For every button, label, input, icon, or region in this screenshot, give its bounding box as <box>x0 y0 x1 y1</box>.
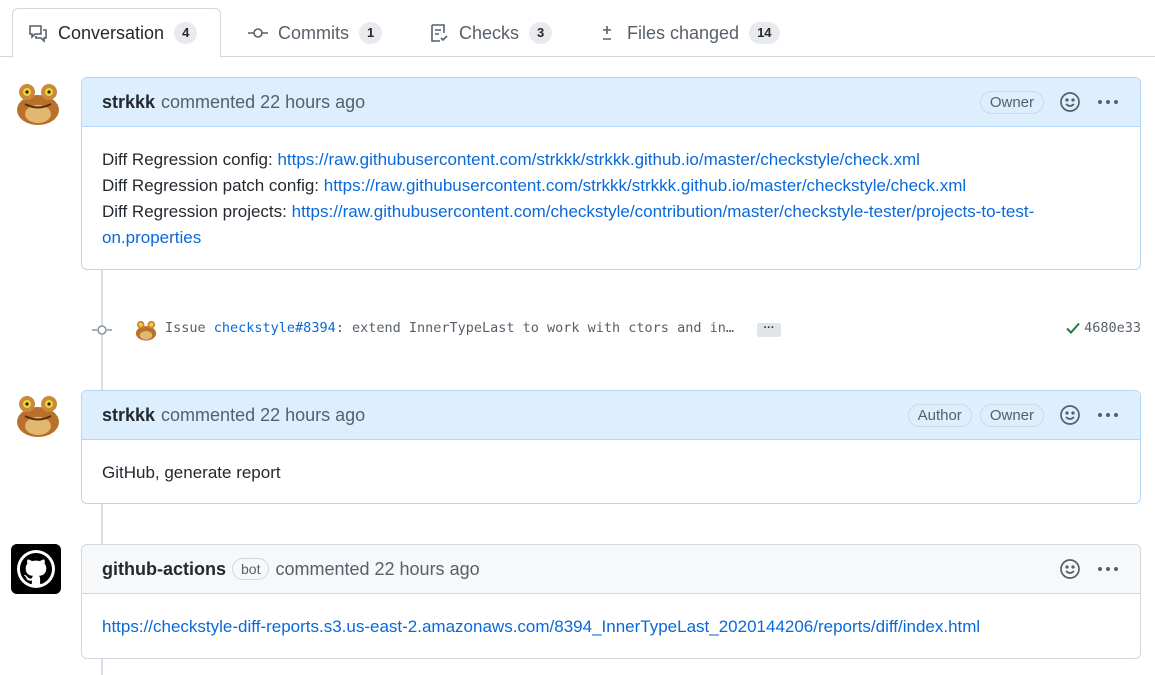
commit-prefix: Issue <box>165 320 214 336</box>
comment-timestamp[interactable]: commented 22 hours ago <box>161 92 365 113</box>
kebab-menu-icon[interactable] <box>1096 90 1120 114</box>
tab-count: 4 <box>174 22 198 44</box>
check-icon[interactable] <box>1065 320 1081 336</box>
comment-card: strkkk commented 22 hours ago Owner Diff… <box>81 77 1141 270</box>
github-logo-avatar[interactable] <box>11 544 61 594</box>
comment-header: github-actions bot commented 22 hours ag… <box>82 545 1140 594</box>
avatar[interactable] <box>13 78 63 128</box>
tab-count: 3 <box>529 22 553 44</box>
comment-card: strkkk commented 22 hours ago Author Own… <box>81 390 1141 504</box>
commit-timeline-item: Issue checkstyle#8394: extend InnerTypeL… <box>0 316 1155 344</box>
line-prefix: Diff Regression config: <box>102 150 278 169</box>
issue-link[interactable]: checkstyle#8394 <box>214 320 336 336</box>
bot-badge: bot <box>232 558 270 580</box>
smiley-icon[interactable] <box>1058 403 1082 427</box>
tab-conversation[interactable]: Conversation 4 <box>12 8 221 58</box>
config-link[interactable]: https://raw.githubusercontent.com/strkkk… <box>277 150 919 169</box>
tab-commits[interactable]: Commits 1 <box>233 8 396 58</box>
pr-tab-nav: Conversation 4 Commits 1 Checks 3 Files … <box>0 0 1155 58</box>
comment-body: Diff Regression config: https://raw.gith… <box>82 127 1140 267</box>
commit-author-avatar[interactable] <box>134 318 158 342</box>
commit-sha[interactable]: 4680e33 <box>1084 320 1141 336</box>
comment-header: strkkk commented 22 hours ago Owner <box>82 78 1140 127</box>
diff-icon <box>596 22 618 44</box>
commit-suffix: : extend InnerTypeLast to work with ctor… <box>335 320 734 336</box>
owner-badge: Owner <box>979 90 1044 114</box>
git-commit-icon <box>92 320 112 340</box>
tab-files-changed[interactable]: Files changed 14 <box>582 8 794 58</box>
comment-text: GitHub, generate report <box>102 463 281 482</box>
comment-body: https://checkstyle-diff-reports.s3.us-ea… <box>82 594 1140 656</box>
smiley-icon[interactable] <box>1058 557 1082 581</box>
comment-line: Diff Regression projects: https://raw.gi… <box>102 199 1092 251</box>
comment-discussion-icon <box>27 22 49 44</box>
comment-timestamp[interactable]: commented 22 hours ago <box>275 559 479 580</box>
commit-message: Issue checkstyle#8394: extend InnerTypeL… <box>165 320 734 336</box>
comment-card: github-actions bot commented 22 hours ag… <box>81 544 1141 659</box>
comment-body: GitHub, generate report <box>82 440 1140 502</box>
expand-commit-button[interactable]: ··· <box>757 323 781 337</box>
comment-author[interactable]: github-actions <box>102 559 226 580</box>
tab-checks[interactable]: Checks 3 <box>414 8 566 58</box>
kebab-menu-icon[interactable] <box>1096 557 1120 581</box>
line-prefix: Diff Regression patch config: <box>102 176 324 195</box>
owner-badge: Owner <box>979 403 1044 427</box>
comment-header: strkkk commented 22 hours ago Author Own… <box>82 391 1140 440</box>
comment-timestamp[interactable]: commented 22 hours ago <box>161 405 365 426</box>
comment-author[interactable]: strkkk <box>102 405 155 426</box>
avatar[interactable] <box>13 390 63 440</box>
tab-label: Files changed <box>627 22 740 43</box>
kebab-menu-icon[interactable] <box>1096 403 1120 427</box>
comment-line: Diff Regression config: https://raw.gith… <box>102 147 1120 173</box>
comment-line: Diff Regression patch config: https://ra… <box>102 173 1120 199</box>
author-badge: Author <box>907 403 972 427</box>
line-prefix: Diff Regression projects: <box>102 202 292 221</box>
git-commit-icon <box>247 22 269 44</box>
comment-author[interactable]: strkkk <box>102 92 155 113</box>
tab-count: 14 <box>749 22 780 44</box>
patch-config-link[interactable]: https://raw.githubusercontent.com/strkkk… <box>324 176 966 195</box>
diff-report-link[interactable]: https://checkstyle-diff-reports.s3.us-ea… <box>102 617 980 636</box>
tab-label: Commits <box>278 22 349 43</box>
commit-sha-group: 4680e33 <box>1065 320 1141 336</box>
checklist-icon <box>428 22 450 44</box>
tab-count: 1 <box>359 22 383 44</box>
tab-label: Checks <box>459 22 520 43</box>
tab-label: Conversation <box>58 22 165 43</box>
smiley-icon[interactable] <box>1058 90 1082 114</box>
